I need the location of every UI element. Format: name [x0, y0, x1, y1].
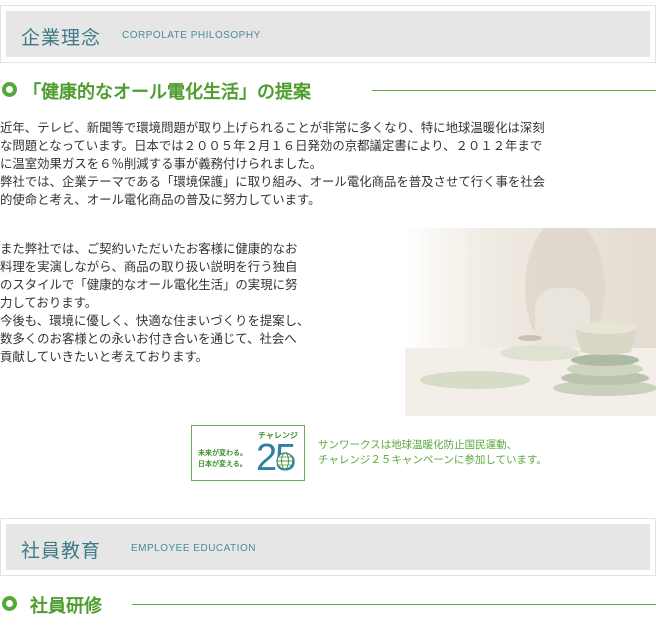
paragraph-line: な問題となっています。日本では２００５年２月１６日発効の京都議定書により、２０１… — [0, 138, 543, 153]
proposal-paragraph-1: 近年、テレビ、新聞等で環境問題が取り上げられることが非常に多くなり、特に地球温暖… — [0, 119, 656, 209]
paragraph-line: 近年、テレビ、新聞等で環境問題が取り上げられることが非常に多くなり、特に地球温暖… — [0, 120, 545, 135]
challenge-slogan-2: 日本が変える。 — [198, 460, 247, 468]
globe-icon — [276, 452, 294, 470]
proposal-paragraph-2: また弊社では、ご契約いただいたお客様に健康的なお 料理を実演しながら、商品の取り… — [0, 240, 400, 366]
education-title-en: EMPLOYEE EDUCATION — [131, 543, 256, 554]
challenge-note: サンワークスは地球温暖化防止国民運動、 チャレンジ２５キャンペーンに参加していま… — [318, 438, 547, 468]
dishes-illustration — [405, 228, 656, 416]
education-title-jp: 社員教育 — [21, 540, 102, 562]
challenge25-logo: チャレンジ 未来が変わる。 日本が変える。 25 — [191, 425, 305, 481]
philosophy-header-panel: 企業理念 CORPOLATE PHILOSOPHY — [6, 11, 650, 57]
heading-rule — [372, 90, 656, 91]
paragraph-line: また弊社では、ご契約いただいたお客様に健康的なお — [0, 241, 298, 256]
challenge-slogan-1: 未来が変わる。 — [198, 449, 247, 457]
circle-bullet-icon — [2, 82, 17, 97]
heading-rule — [132, 604, 656, 605]
circle-bullet-icon — [2, 596, 17, 611]
paragraph-line: 的使命と考え、オール電化商品の普及に努力しています。 — [0, 192, 321, 207]
philosophy-section-header: 企業理念 CORPOLATE PHILOSOPHY — [0, 5, 656, 63]
training-heading-text: 社員研修 — [30, 596, 102, 617]
paragraph-line: 料理を実演しながら、商品の取り扱い説明を行う独自 — [0, 259, 298, 274]
paragraph-line: 弊社では、企業テーマである「環境保護」に取り組み、オール電化商品を普及させて行く… — [0, 174, 546, 189]
kitchen-dishes-photo — [405, 228, 656, 416]
paragraph-line: のスタイルで「健康的なオール電化生活」の実現に努 — [0, 277, 298, 292]
education-section-header: 社員教育 EMPLOYEE EDUCATION — [0, 518, 656, 576]
education-header-panel: 社員教育 EMPLOYEE EDUCATION — [6, 524, 650, 570]
paragraph-line: 今後も、環境に優しく、快適な住まいづくりを提案し、 — [0, 313, 310, 328]
proposal-heading-text: 「健康的なオール電化生活」の提案 — [23, 82, 311, 103]
training-heading: 社員研修 — [0, 592, 656, 618]
philosophy-title-jp: 企業理念 — [21, 27, 102, 49]
proposal-heading: 「健康的なオール電化生活」の提案 — [0, 78, 656, 104]
paragraph-line: に温室効果ガスを６％削減する事が義務付けられました。 — [0, 156, 323, 171]
paragraph-line: 貢献していきたいと考えております。 — [0, 349, 209, 364]
paragraph-line: 数多くのお客様との永いお付き合いを通じて、社会へ — [0, 331, 297, 346]
challenge-note-line: チャレンジ２５キャンペーンに参加しています。 — [318, 454, 548, 466]
paragraph-line: 力しております。 — [0, 295, 98, 310]
philosophy-title-en: CORPOLATE PHILOSOPHY — [122, 30, 261, 41]
challenge-note-line: サンワークスは地球温暖化防止国民運動、 — [318, 439, 518, 451]
